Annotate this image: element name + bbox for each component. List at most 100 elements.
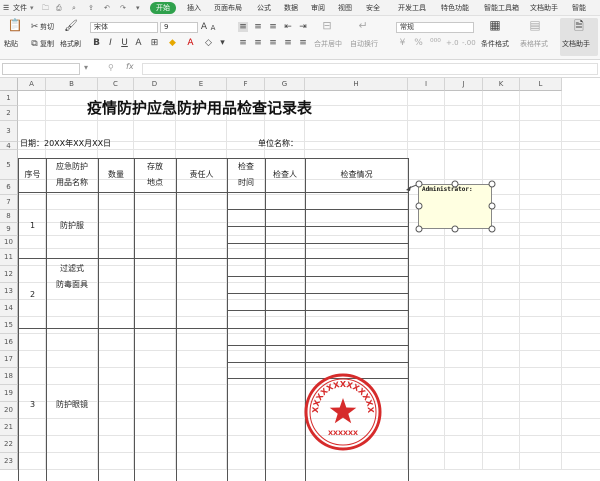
undo-icon[interactable]: ↶ [104, 2, 110, 14]
row-header[interactable]: 14 [0, 300, 18, 317]
column-header[interactable]: A [18, 78, 46, 91]
align-bottom-icon[interactable]: ≡ [268, 22, 278, 32]
resize-handle[interactable] [415, 202, 423, 210]
border-icon[interactable]: ⊞ [150, 38, 159, 48]
row-header[interactable]: 4 [0, 142, 18, 150]
align-right-icon[interactable]: ≡ [268, 38, 278, 48]
more-font-icon[interactable]: ▾ [218, 38, 227, 48]
hamburger-icon[interactable]: ☰ [3, 2, 9, 14]
row-header[interactable]: 2 [0, 106, 18, 121]
clear-format-icon[interactable]: ◇ [204, 38, 213, 48]
conditional-format-icon[interactable]: ▦ [486, 19, 504, 31]
copy-icon[interactable]: ⧉ [30, 39, 39, 49]
tab-insert[interactable]: 插入 [187, 2, 201, 14]
justify-icon[interactable]: ≡ [283, 38, 293, 48]
resize-handle[interactable] [451, 180, 459, 188]
print-preview-icon[interactable]: ⌕ [72, 2, 76, 14]
more-icon[interactable]: ▾ [136, 2, 140, 14]
column-header[interactable]: G [265, 78, 305, 91]
row-header[interactable]: 21 [0, 419, 18, 436]
row-header[interactable]: 22 [0, 436, 18, 453]
row-header[interactable]: 8 [0, 210, 18, 223]
row-header[interactable]: 5 [0, 150, 18, 180]
tab-review[interactable]: 审阅 [311, 2, 325, 14]
tab-developer[interactable]: 开发工具 [398, 2, 426, 14]
resize-handle[interactable] [415, 180, 423, 188]
tab-home[interactable]: 开始 [150, 2, 176, 14]
align-top-icon[interactable]: ≡ [238, 22, 248, 32]
format-painter-icon[interactable]: 🖌 [62, 20, 80, 31]
resize-handle[interactable] [415, 225, 423, 233]
column-header[interactable]: I [408, 78, 445, 91]
row-header[interactable]: 20 [0, 402, 18, 419]
format-painter-button[interactable]: 格式刷 [60, 40, 81, 49]
resize-handle[interactable] [451, 225, 459, 233]
row-header[interactable]: 16 [0, 334, 18, 351]
paste-button[interactable]: 粘贴 [4, 40, 18, 49]
tab-doc-helper[interactable]: 文档助手 [530, 2, 558, 14]
bold-icon[interactable]: B [92, 38, 101, 48]
indent-increase-icon[interactable]: ⇥ [298, 22, 308, 32]
tab-formulas[interactable]: 公式 [257, 2, 271, 14]
copy-button[interactable]: 复制 [40, 40, 54, 49]
doc-helper-button[interactable]: 🗎 文档助手 [560, 18, 598, 56]
column-header[interactable]: C [98, 78, 134, 91]
fill-color-icon[interactable]: ◆ [168, 38, 177, 48]
row-header[interactable]: 18 [0, 368, 18, 385]
resize-handle[interactable] [488, 202, 496, 210]
table-style-icon[interactable]: ▤ [526, 19, 544, 31]
tab-smart-toolbox[interactable]: 智能工具箱 [484, 2, 519, 14]
currency-icon[interactable]: ¥ [398, 38, 407, 48]
underline-icon[interactable]: U [120, 38, 129, 48]
zoom-icon[interactable]: ⚲ [108, 63, 114, 72]
strikethrough-icon[interactable]: A [134, 38, 143, 48]
comment-handles[interactable] [406, 178, 504, 236]
tab-security[interactable]: 安全 [366, 2, 380, 14]
align-middle-icon[interactable]: ≡ [253, 22, 263, 32]
font-name-select[interactable]: 宋体 [90, 22, 158, 33]
thousands-icon[interactable]: ⁰⁰⁰ [430, 38, 441, 48]
name-box[interactable] [2, 63, 80, 75]
italic-icon[interactable]: I [106, 38, 115, 48]
decrease-decimal-icon[interactable]: -.00 [462, 38, 476, 48]
column-header[interactable]: D [134, 78, 176, 91]
print-icon[interactable]: ⎙ [56, 2, 62, 14]
column-header[interactable]: L [520, 78, 562, 91]
folder-icon[interactable]: 🗀 [42, 2, 49, 14]
auto-wrap-icon[interactable]: ↵ [354, 20, 372, 31]
row-header[interactable]: 10 [0, 236, 18, 249]
distributed-icon[interactable]: ≡ [298, 38, 308, 48]
auto-wrap-button[interactable]: 自动换行 [350, 40, 378, 49]
cut-icon[interactable]: ✂ [30, 22, 39, 32]
fx-icon[interactable]: fx [126, 62, 134, 71]
row-header[interactable]: 1 [0, 91, 18, 106]
tab-data[interactable]: 数据 [284, 2, 298, 14]
menu-file[interactable]: 文件 [13, 2, 27, 14]
font-size-select[interactable]: 9 [160, 22, 198, 33]
redo-icon[interactable]: ↷ [120, 2, 126, 14]
row-header[interactable]: 13 [0, 283, 18, 300]
font-shrink-icon[interactable]: A [209, 23, 217, 33]
name-box-dropdown-icon[interactable]: ▾ [84, 63, 88, 72]
conditional-format-button[interactable]: 条件格式 [481, 40, 509, 49]
column-header[interactable]: K [483, 78, 520, 91]
row-header[interactable]: 11 [0, 249, 18, 266]
align-left-icon[interactable]: ≡ [238, 38, 248, 48]
font-color-icon[interactable]: A [186, 38, 195, 48]
cut-button[interactable]: 剪切 [40, 23, 54, 32]
merge-center-icon[interactable]: ⊟ [318, 20, 336, 31]
row-header[interactable]: 12 [0, 266, 18, 283]
font-grow-icon[interactable]: A [200, 22, 208, 32]
paste-icon[interactable]: 📋 [6, 19, 24, 34]
formula-input[interactable] [142, 63, 598, 75]
row-header[interactable]: 6 [0, 180, 18, 195]
row-header[interactable]: 7 [0, 195, 18, 210]
increase-decimal-icon[interactable]: +.0 [446, 38, 459, 48]
row-header[interactable]: 3 [0, 121, 18, 142]
column-header[interactable]: E [176, 78, 227, 91]
percent-icon[interactable]: % [414, 38, 423, 48]
row-header[interactable]: 23 [0, 453, 18, 470]
select-all-corner[interactable] [0, 78, 18, 91]
indent-decrease-icon[interactable]: ⇤ [283, 22, 293, 32]
resize-handle[interactable] [488, 225, 496, 233]
